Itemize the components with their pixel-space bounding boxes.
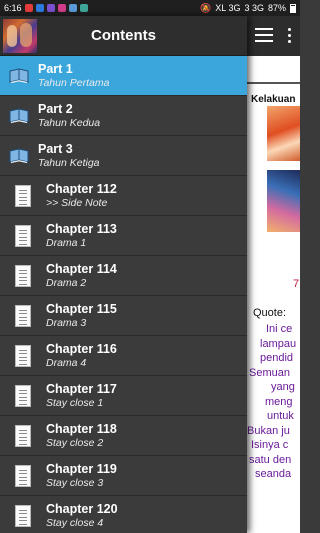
item-subtitle: Stay close 4 [46, 516, 104, 529]
chapter-item[interactable]: Chapter 120 Stay close 4 [0, 496, 247, 533]
document-icon [0, 224, 46, 247]
chapter-item[interactable]: Chapter 117 Stay close 1 [0, 376, 247, 416]
item-title: Chapter 112 [46, 181, 117, 196]
document-icon [0, 504, 46, 527]
quote-text: Ini ce lampau pendid Semuan yang meng un… [247, 323, 297, 480]
more-vert-icon[interactable] [281, 28, 297, 44]
document-icon [0, 344, 46, 367]
item-title: Chapter 117 [46, 381, 117, 396]
illustration-image [267, 106, 300, 161]
quote-label: Quote: [253, 307, 287, 319]
notification-icon [68, 4, 77, 12]
book-icon [0, 147, 38, 164]
mute-icon: 🔕 [200, 2, 212, 13]
status-bar: 6:16 🔕 XL 3G 3 3G 87% [0, 0, 300, 16]
document-icon [0, 384, 46, 407]
network-label-2: 3 3G [244, 3, 264, 13]
document-icon [0, 464, 46, 487]
item-title: Part 3 [38, 141, 73, 156]
item-subtitle: Drama 4 [46, 356, 87, 369]
document-icon [0, 304, 46, 327]
chapter-item[interactable]: Chapter 114 Drama 2 [0, 256, 247, 296]
reader-content: Kelakuan 7 Quote: Ini ce lampau pendid S… [247, 56, 300, 533]
part-item[interactable]: Part 2 Tahun Kedua [0, 96, 247, 136]
item-subtitle: Stay close 3 [46, 476, 104, 489]
book-icon [0, 67, 38, 84]
notification-icon [35, 4, 44, 12]
item-subtitle: Drama 2 [46, 276, 87, 289]
document-icon [0, 264, 46, 287]
item-title: Chapter 115 [46, 301, 117, 316]
battery-percent: 87% [267, 3, 286, 13]
illustration-image [267, 170, 300, 232]
drawer-header: Contents [0, 16, 247, 56]
item-title: Chapter 119 [46, 461, 117, 476]
status-time: 6:16 [4, 3, 22, 13]
chapter-item[interactable]: Chapter 119 Stay close 3 [0, 456, 247, 496]
item-title: Chapter 120 [46, 501, 118, 516]
document-icon [0, 424, 46, 447]
item-title: Chapter 113 [46, 221, 117, 236]
part-item[interactable]: Part 1 Tahun Pertama [0, 56, 247, 96]
item-title: Chapter 114 [46, 261, 117, 276]
content-heading: Kelakuan [251, 94, 296, 105]
item-subtitle: Stay close 2 [46, 436, 104, 449]
chapter-item[interactable]: Chapter 118 Stay close 2 [0, 416, 247, 456]
item-title: Chapter 116 [46, 341, 117, 356]
document-icon [0, 184, 46, 207]
chapter-item[interactable]: Chapter 113 Drama 1 [0, 216, 247, 256]
contents-list: Part 1 Tahun Pertama Part 2 Tahun Kedua Part… [0, 56, 247, 533]
network-label: XL 3G [215, 3, 241, 13]
content-band [247, 56, 300, 84]
item-subtitle: Tahun Ketiga [38, 156, 100, 169]
hamburger-icon[interactable] [255, 28, 273, 42]
notification-icon [79, 4, 88, 12]
item-subtitle: >> Side Note [46, 196, 108, 209]
item-title: Chapter 118 [46, 421, 117, 436]
item-subtitle: Stay close 1 [46, 396, 104, 409]
item-title: Part 1 [38, 61, 73, 76]
item-subtitle: Drama 1 [46, 236, 87, 249]
item-subtitle: Tahun Kedua [38, 116, 101, 129]
chapter-item[interactable]: Chapter 112 >> Side Note [0, 176, 247, 216]
book-icon [0, 107, 38, 124]
part-item[interactable]: Part 3 Tahun Ketiga [0, 136, 247, 176]
item-title: Part 2 [38, 101, 73, 116]
app-bar [247, 16, 300, 56]
navigation-drawer: Contents Part 1 Tahun Pertama Part 2 Tahun … [0, 16, 247, 533]
item-subtitle: Drama 3 [46, 316, 87, 329]
highlight-text: 7 [293, 278, 300, 290]
chapter-item[interactable]: Chapter 115 Drama 3 [0, 296, 247, 336]
notification-icon [24, 4, 33, 12]
notification-icon [57, 4, 66, 12]
battery-icon [290, 3, 296, 13]
drawer-title: Contents [91, 27, 156, 44]
item-subtitle: Tahun Pertama [38, 76, 110, 89]
chapter-item[interactable]: Chapter 116 Drama 4 [0, 336, 247, 376]
notification-icon [46, 4, 55, 12]
